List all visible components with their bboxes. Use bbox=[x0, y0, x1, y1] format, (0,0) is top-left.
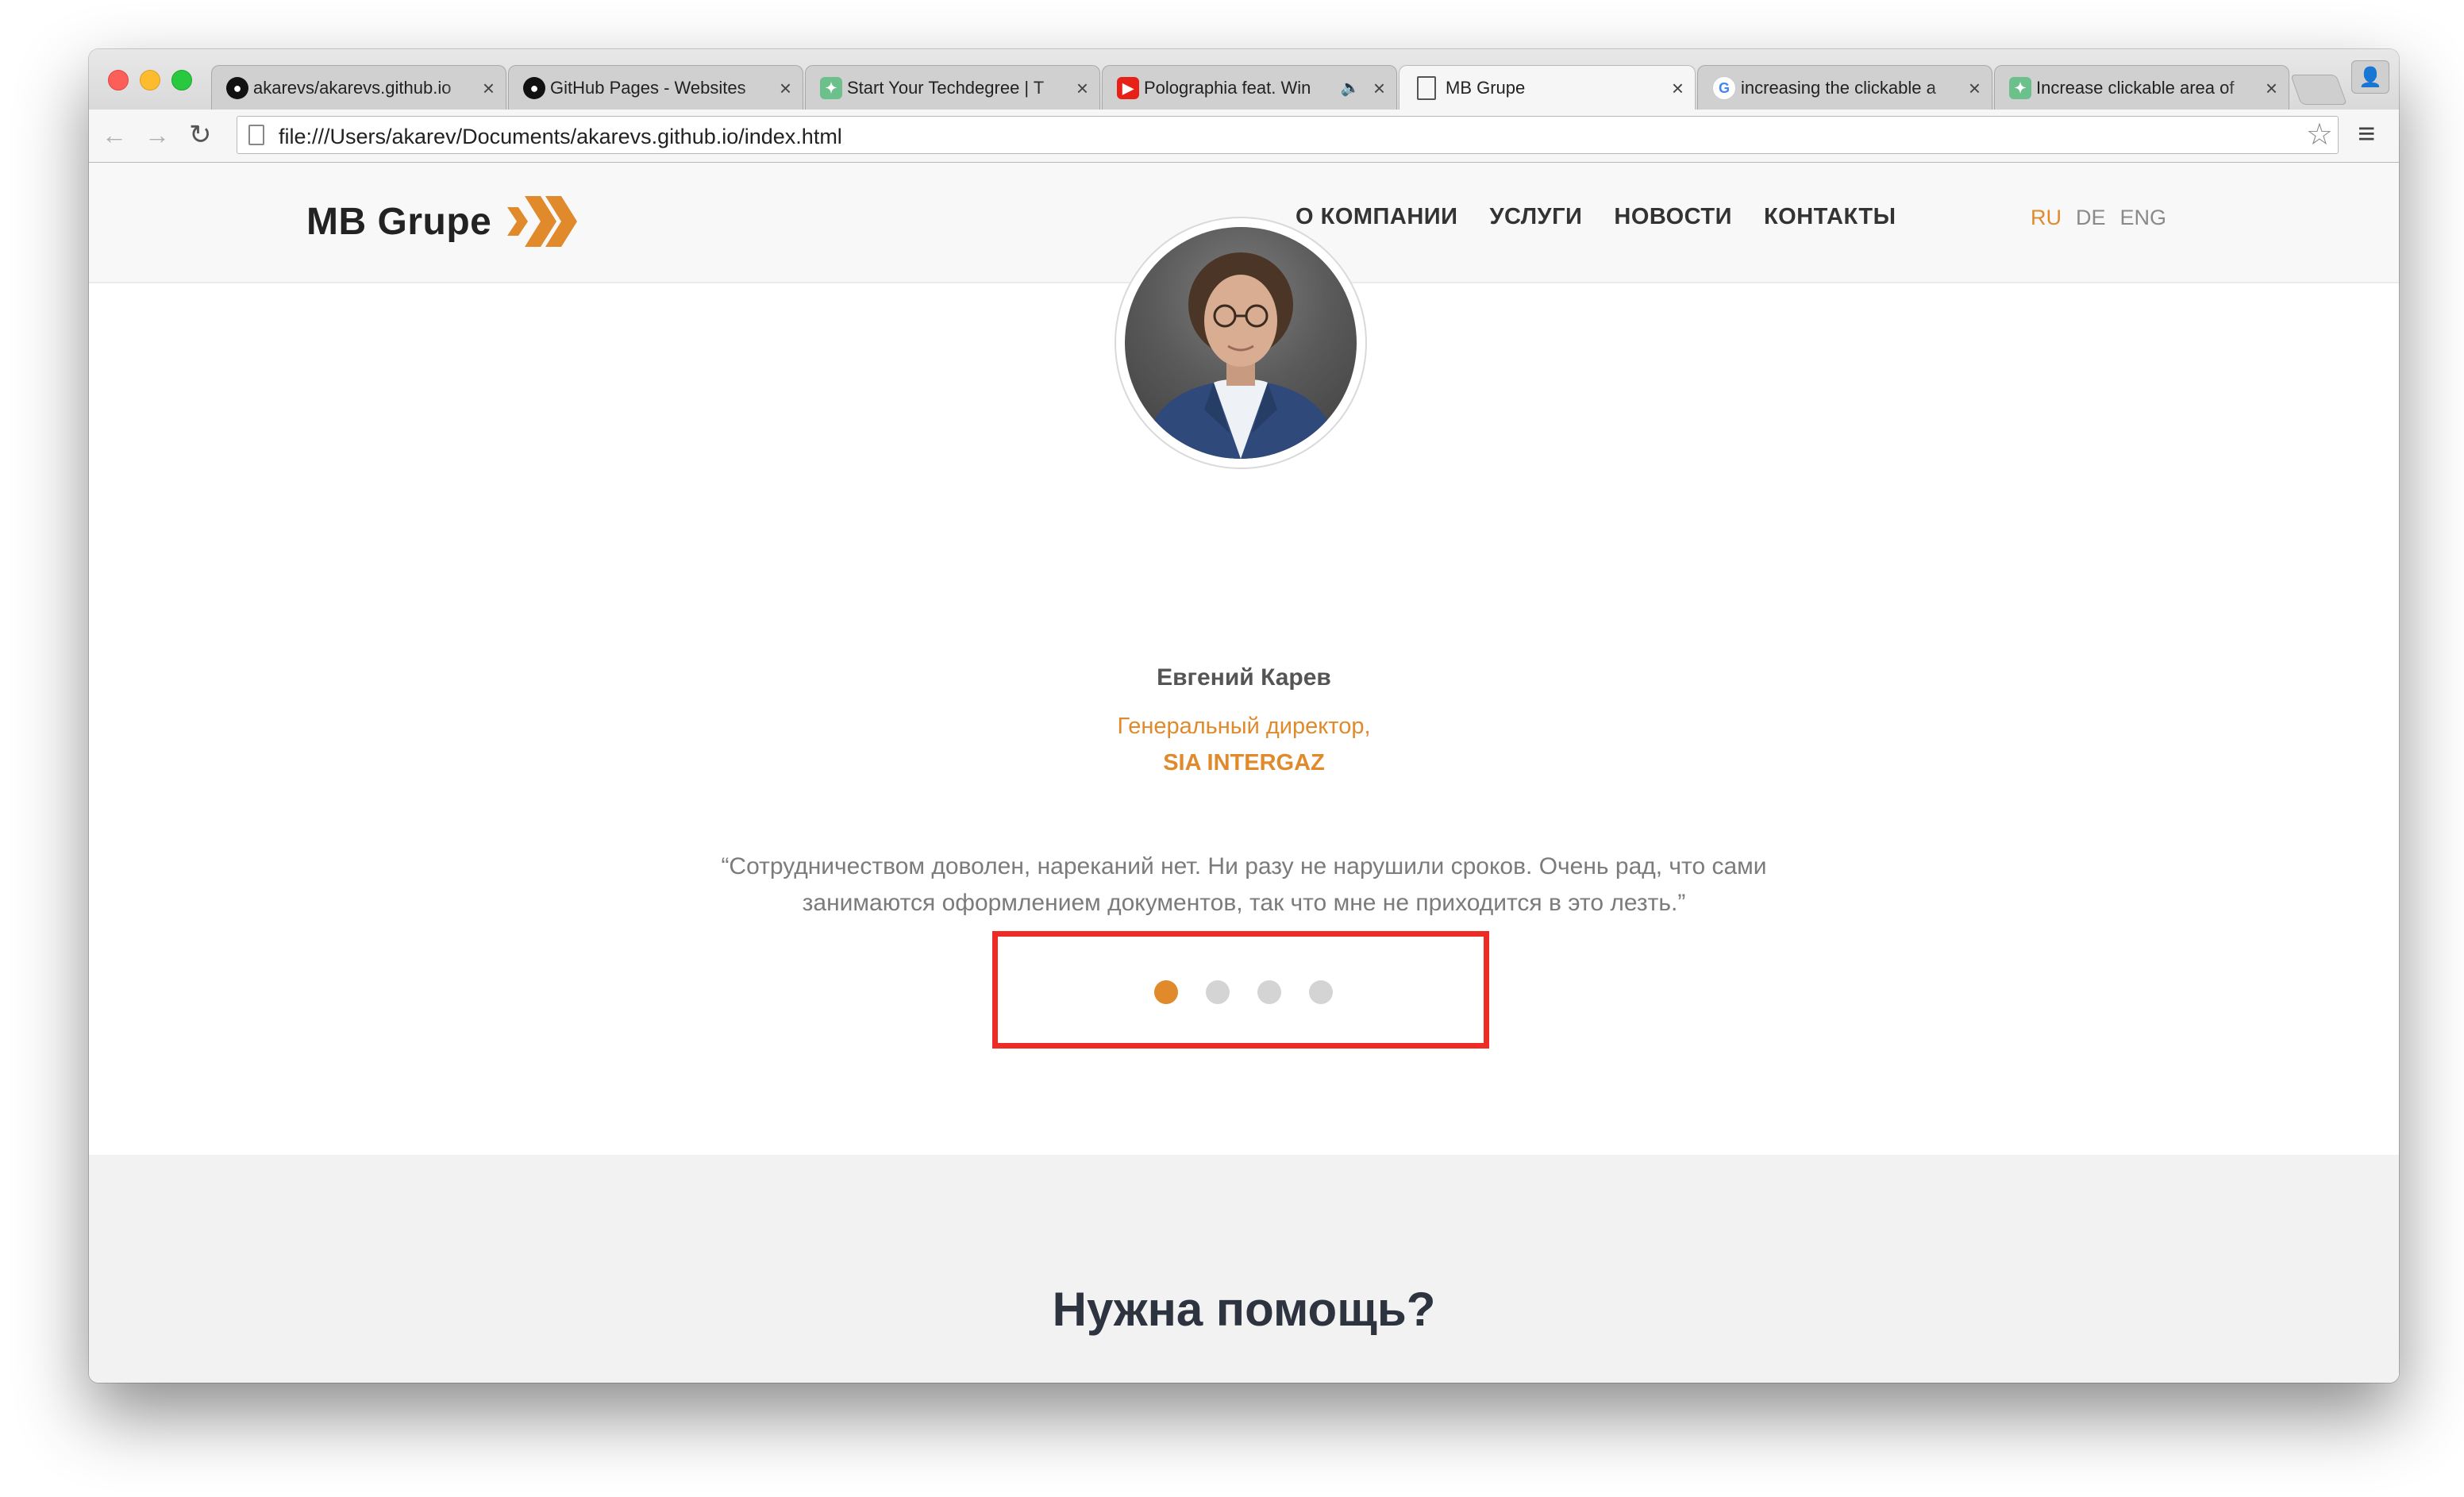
slider-pagination bbox=[1154, 980, 1361, 1004]
browser-tab-1[interactable]: ● akarevs/akarevs.github.io × bbox=[211, 65, 506, 110]
window-close-button[interactable] bbox=[108, 70, 129, 90]
portrait-image bbox=[1141, 252, 1341, 459]
testimonial-author-company: SIA INTERGAZ bbox=[1163, 750, 1325, 775]
lang-ru[interactable]: RU bbox=[2031, 206, 2062, 230]
treehouse-icon: ✦ bbox=[2009, 76, 2031, 99]
slider-dot-4[interactable] bbox=[1309, 980, 1333, 1004]
tab-close-icon[interactable]: × bbox=[1969, 78, 1981, 98]
logo-chevrons-icon bbox=[507, 196, 578, 247]
slider-dot-3[interactable] bbox=[1257, 980, 1281, 1004]
url-text[interactable]: file:///Users/akarev/Documents/akarevs.g… bbox=[279, 125, 842, 149]
tab-close-icon[interactable]: × bbox=[780, 78, 791, 98]
main-nav: О КОМПАНИИ УСЛУГИ НОВОСТИ КОНТАКТЫ bbox=[1296, 204, 1928, 230]
window-maximize-button[interactable] bbox=[171, 70, 192, 90]
browser-tab-3[interactable]: ✦ Start Your Techdegree | T × bbox=[805, 65, 1100, 110]
back-arrow-icon[interactable]: ← bbox=[102, 121, 127, 149]
browser-toolbar: ← → ↻ file:///Users/akarev/Documents/aka… bbox=[89, 110, 2399, 163]
testimonial-author-name: Евгений Карев bbox=[1157, 664, 1331, 691]
quote-line: “Сотрудничеством доволен, нареканий нет.… bbox=[721, 853, 1767, 879]
lang-de[interactable]: DE bbox=[2076, 206, 2106, 230]
tab-title: Start Your Techdegree | T bbox=[847, 77, 1045, 98]
browser-tab-4[interactable]: ▶ Polographia feat. Win 🔈 × bbox=[1102, 65, 1397, 110]
page-viewport: MB Grupe О КОМПАНИИ УСЛУГИ НОВОСТИ КОНТА… bbox=[89, 163, 2399, 1383]
browser-tab-2[interactable]: ● GitHub Pages - Websites × bbox=[508, 65, 803, 110]
tab-title: Increase clickable area of bbox=[2036, 77, 2235, 98]
slider-dot-1[interactable] bbox=[1154, 980, 1178, 1004]
google-icon: G bbox=[1712, 75, 1736, 100]
hamburger-menu-icon[interactable]: ≡ bbox=[2358, 119, 2375, 149]
page-icon bbox=[248, 125, 264, 145]
testimonial-author-role: Генеральный директор, bbox=[1117, 714, 1371, 739]
quote-line: занимаются оформлением документов, так ч… bbox=[802, 890, 1686, 916]
github-icon: ● bbox=[226, 76, 248, 99]
help-section-title: Нужна помощь? bbox=[1052, 1283, 1436, 1336]
testimonial-quote: “Сотрудничеством доволен, нареканий нет.… bbox=[692, 849, 1796, 922]
audio-icon[interactable]: 🔈 bbox=[1341, 78, 1361, 98]
tab-strip: ● akarevs/akarevs.github.io × ● GitHub P… bbox=[89, 49, 2399, 110]
treehouse-icon: ✦ bbox=[820, 76, 842, 99]
tab-title: Polographia feat. Win bbox=[1144, 77, 1311, 98]
avatar-frame bbox=[1115, 217, 1367, 469]
bookmark-star-icon[interactable]: ☆ bbox=[2306, 120, 2333, 150]
logo-text: MB Grupe bbox=[306, 200, 492, 243]
nav-contacts[interactable]: КОНТАКТЫ bbox=[1764, 204, 1896, 230]
site-logo[interactable]: MB Grupe bbox=[306, 190, 578, 253]
profile-icon[interactable]: 👤 bbox=[2351, 60, 2389, 94]
nav-services[interactable]: УСЛУГИ bbox=[1489, 204, 1582, 230]
tab-title: MB Grupe bbox=[1446, 77, 1526, 98]
language-switcher: RU DE ENG bbox=[2031, 206, 2181, 230]
tab-close-icon[interactable]: × bbox=[1076, 78, 1088, 98]
reload-icon[interactable]: ↻ bbox=[189, 121, 212, 149]
youtube-icon: ▶ bbox=[1117, 76, 1139, 99]
slider-dot-2[interactable] bbox=[1206, 980, 1230, 1004]
tab-close-icon[interactable]: × bbox=[483, 78, 495, 98]
forward-arrow-icon[interactable]: → bbox=[144, 121, 170, 149]
tab-title: GitHub Pages - Websites bbox=[550, 77, 746, 98]
tab-close-icon[interactable]: × bbox=[1373, 78, 1385, 98]
window-minimize-button[interactable] bbox=[140, 70, 160, 90]
nav-news[interactable]: НОВОСТИ bbox=[1614, 204, 1732, 230]
address-bar[interactable]: file:///Users/akarev/Documents/akarevs.g… bbox=[237, 116, 2339, 154]
github-icon: ● bbox=[523, 76, 545, 99]
lang-eng[interactable]: ENG bbox=[2120, 206, 2167, 230]
tab-close-icon[interactable]: × bbox=[2266, 78, 2277, 98]
tab-title: akarevs/akarevs.github.io bbox=[253, 77, 452, 98]
browser-window: ● akarevs/akarevs.github.io × ● GitHub P… bbox=[89, 49, 2399, 1383]
browser-tab-6[interactable]: G increasing the clickable a × bbox=[1697, 65, 1992, 110]
new-tab-button[interactable] bbox=[2290, 75, 2347, 105]
document-icon bbox=[1417, 75, 1436, 100]
browser-tab-5[interactable]: MB Grupe × bbox=[1399, 65, 1696, 110]
avatar bbox=[1125, 227, 1357, 459]
browser-tab-7[interactable]: ✦ Increase clickable area of × bbox=[1994, 65, 2289, 110]
tab-title: increasing the clickable a bbox=[1741, 77, 1936, 98]
help-section: Нужна помощь? bbox=[89, 1155, 2399, 1383]
tab-close-icon[interactable]: × bbox=[1672, 78, 1684, 98]
